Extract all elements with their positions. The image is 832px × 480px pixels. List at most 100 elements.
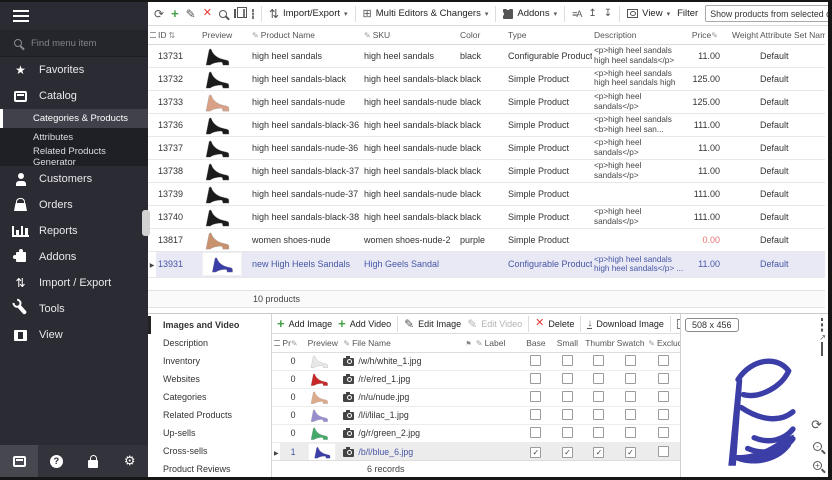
base-checkbox[interactable] (530, 409, 541, 420)
col-preview[interactable]: Preview (306, 334, 342, 352)
filter-dropdown[interactable]: Show products from selected categories ▾ (705, 5, 828, 22)
small-checkbox[interactable] (562, 427, 573, 438)
thumbnail-checkbox[interactable]: ✓ (593, 447, 604, 458)
sidebar-item-customers[interactable]: Customers (0, 166, 148, 192)
base-checkbox[interactable] (530, 427, 541, 438)
product-row[interactable]: 13739 high heel sandals-nude-37high heel… (148, 182, 825, 205)
menu-toggle-button[interactable] (0, 2, 148, 30)
product-row[interactable]: 13732 high heel sandals-blackhigh heel s… (148, 67, 825, 90)
sidebar-item-favorites[interactable]: ★ Favorites (0, 57, 148, 83)
menu-search[interactable]: Find menu item (0, 30, 148, 57)
col-price[interactable]: Price✎ (688, 26, 730, 44)
col-small[interactable]: Small (552, 334, 584, 352)
move-up-button[interactable]: ↥ (588, 9, 596, 19)
tab-description[interactable]: Description (148, 334, 271, 352)
sidebar-item-view[interactable]: View (0, 322, 148, 348)
exclude-checkbox[interactable] (658, 446, 669, 457)
image-row-selected[interactable]: ▶ 1 /b/l/blue_6.jpg ✓ ✓ ✓ ✓ (272, 442, 680, 462)
rotate-button[interactable]: ⟳ (811, 417, 822, 433)
exclude-checkbox[interactable] (658, 427, 669, 438)
swatch-checkbox[interactable]: ✓ (625, 447, 636, 458)
small-checkbox[interactable]: ✓ (562, 447, 573, 458)
tab-images-and-video[interactable]: Images and Video (148, 316, 271, 334)
edit-video-button[interactable]: ✎Edit Video (467, 318, 522, 330)
small-checkbox[interactable] (562, 373, 573, 384)
thumbnail-checkbox[interactable] (593, 427, 604, 438)
tab-categories[interactable]: Categories (148, 388, 271, 406)
image-row[interactable]: 0 /n/u/nude.jpg (272, 388, 680, 406)
product-row[interactable]: 13740 high heel sandals-black-38high hee… (148, 205, 825, 228)
delete-image-button[interactable]: ✕Delete (535, 318, 574, 329)
tab-inventory[interactable]: Inventory (148, 352, 271, 370)
multi-editors-menu[interactable]: ⊞ Multi Editors & Changers ▾ (363, 7, 489, 20)
base-checkbox[interactable]: ✓ (530, 447, 541, 458)
import-export-menu[interactable]: ⇅ Import/Export ▾ (269, 8, 348, 20)
col-type[interactable]: Type (506, 26, 592, 44)
col-exclude[interactable]: ✎Exclude (646, 334, 680, 352)
thumbnail-checkbox[interactable] (593, 355, 604, 366)
col-swatch[interactable]: Swatch (615, 334, 647, 352)
download-image-button[interactable]: ↓Download Image (587, 319, 664, 329)
col-base[interactable]: Base (520, 334, 552, 352)
thumbnail-checkbox[interactable] (593, 391, 604, 402)
swatch-checkbox[interactable] (625, 355, 636, 366)
col-thumbnail[interactable]: Thumbna (583, 334, 615, 352)
col-description[interactable]: Description (592, 26, 688, 44)
sidebar-item-catalog[interactable]: Catalog (0, 83, 148, 109)
col-file-name[interactable]: ✎File Name (341, 334, 463, 352)
edit-image-button[interactable]: ✎Edit Image (404, 318, 461, 330)
small-checkbox[interactable] (562, 391, 573, 402)
base-checkbox[interactable] (530, 373, 541, 384)
move-down-button[interactable]: ↧ (604, 9, 612, 19)
zoom-out-button[interactable]: - (813, 442, 822, 451)
col-position[interactable]: Pr✎ (280, 334, 305, 352)
col-flag[interactable]: ⚑ (463, 334, 474, 352)
exclude-checkbox[interactable] (658, 355, 669, 366)
sidebar-item-orders[interactable]: Orders (0, 192, 148, 218)
delete-product-button[interactable]: ✕ (203, 8, 212, 19)
tab-product-reviews[interactable]: Product Reviews (148, 460, 271, 478)
product-row[interactable]: 13817 women shoes-nudewomen shoes-nude-2… (148, 228, 825, 251)
product-row-selected[interactable]: ▶ 13931 new High Heels SandalsHigh Geels… (148, 251, 825, 277)
add-product-button[interactable]: + (171, 7, 179, 20)
row-selector-icon[interactable] (150, 32, 156, 38)
image-row[interactable]: 0 /l/i/lilac_1.jpg (272, 406, 680, 424)
sidebar-item-attributes[interactable]: Attributes (0, 128, 148, 147)
small-checkbox[interactable] (562, 355, 573, 366)
col-attribute-set[interactable]: Attribute Set Name (758, 26, 825, 44)
col-sku[interactable]: ✎SKU (362, 26, 458, 44)
lock-button[interactable] (75, 445, 112, 477)
sidebar-item-reports[interactable]: Reports (0, 218, 148, 244)
refresh-button[interactable]: ⟳ (154, 8, 164, 20)
image-row[interactable]: 0 /g/r/green_2.jpg (272, 424, 680, 442)
product-row[interactable]: 13731 high heel sandalshigh heel sandals… (148, 44, 825, 67)
product-row[interactable]: 13737 high heel sandals-nude-36high heel… (148, 136, 825, 159)
search-products-button[interactable] (219, 10, 227, 18)
edit-product-button[interactable]: ✎ (186, 8, 196, 20)
row-selector-icon[interactable] (274, 340, 280, 346)
add-video-button[interactable]: +Add Video (338, 317, 391, 330)
tab-up-sells[interactable]: Up-sells (148, 424, 271, 442)
col-label[interactable]: ✎Label (474, 334, 520, 352)
sidebar-item-tools[interactable]: Tools (0, 296, 148, 322)
help-button[interactable]: ? (38, 445, 75, 477)
product-row[interactable]: 13738 high heel sandals-black-37high hee… (148, 159, 825, 182)
col-product-name[interactable]: ✎Product Name (250, 26, 362, 44)
small-checkbox[interactable] (562, 409, 573, 420)
product-row[interactable]: 13736 high heel sandals-black-36high hee… (148, 113, 825, 136)
sidebar-item-import-export[interactable]: ⇅ Import / Export (0, 270, 148, 296)
thumbnail-checkbox[interactable] (593, 373, 604, 384)
col-color[interactable]: Color (458, 26, 506, 44)
sort-alpha-button[interactable]: ≡A (572, 9, 581, 19)
select-region-button[interactable] (252, 9, 254, 19)
product-row[interactable]: 13733 high heel sandals-nudehigh heel sa… (148, 90, 825, 113)
tab-websites[interactable]: Websites (148, 370, 271, 388)
swatch-checkbox[interactable] (625, 427, 636, 438)
exclude-checkbox[interactable] (658, 373, 669, 384)
duplicate-button[interactable] (234, 9, 236, 18)
image-row[interactable]: 0 /w/h/white_1.jpg (272, 352, 680, 370)
col-id[interactable]: ID⇅ (156, 26, 200, 44)
col-weight[interactable]: Weight (730, 26, 758, 44)
swatch-checkbox[interactable] (625, 373, 636, 384)
sidebar-item-related-products-generator[interactable]: Related Products Generator (0, 147, 148, 166)
